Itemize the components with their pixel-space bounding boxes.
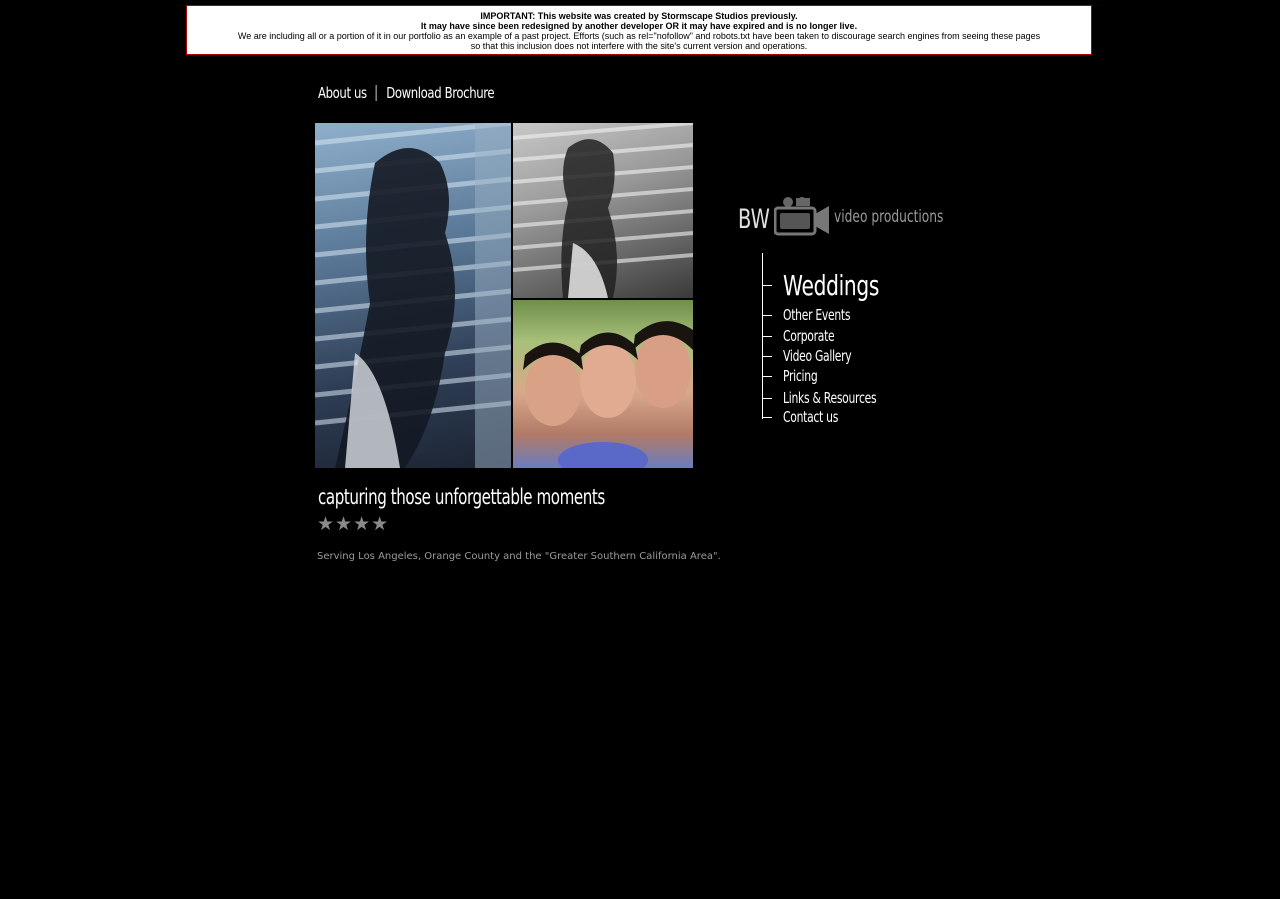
- menu-item-links-resources[interactable]: Links & Resources: [762, 389, 913, 407]
- logo-video-productions-text: video productions: [834, 207, 944, 227]
- menu-item-contact-us[interactable]: Contact us: [762, 408, 859, 426]
- menu-item-label: Pricing: [783, 367, 818, 385]
- nav-divider: [376, 85, 377, 101]
- notice-line-4: so that this inclusion does not interfer…: [470, 41, 808, 51]
- bride-at-window-photo: [315, 123, 511, 468]
- menu-item-corporate[interactable]: Corporate: [762, 327, 854, 345]
- notice-line-1: IMPORTANT: This website was created by S…: [480, 11, 798, 21]
- menu-branch: [762, 397, 772, 399]
- bride-at-shutters-photo: [513, 123, 693, 298]
- about-us-link[interactable]: About us: [318, 84, 367, 102]
- menu-branch: [762, 375, 772, 377]
- menu-item-label: Video Gallery: [783, 347, 852, 365]
- notice-line-2: It may have since been redesigned by ano…: [420, 21, 858, 31]
- menu-item-label: Links & Resources: [783, 389, 877, 407]
- menu-item-weddings[interactable]: Weddings: [762, 269, 917, 302]
- portfolio-notice: IMPORTANT: This website was created by S…: [186, 5, 1092, 55]
- tagline: capturing those unforgettable moments: [318, 485, 605, 509]
- bridesmaids-photo: [513, 300, 693, 468]
- service-area-text: Serving Los Angeles, Orange County and t…: [317, 551, 721, 562]
- menu-item-other-events[interactable]: Other Events: [762, 306, 876, 324]
- main-menu: Weddings Other Events Corporate Video Ga…: [762, 253, 942, 426]
- menu-item-label: Contact us: [783, 408, 839, 426]
- menu-branch: [762, 335, 772, 337]
- menu-item-label: Corporate: [783, 327, 835, 345]
- star-rating: ★★★★: [317, 513, 390, 535]
- photo-collage: [315, 123, 693, 468]
- menu-item-label: Other Events: [783, 306, 851, 324]
- menu-branch: [762, 285, 772, 286]
- notice-line-3: We are including all or a portion of it …: [237, 31, 1041, 41]
- menu-branch: [762, 314, 772, 316]
- video-camera-icon: [774, 197, 829, 236]
- bw-video-productions-logo[interactable]: BW video productions: [738, 196, 943, 240]
- download-brochure-link[interactable]: Download Brochure: [386, 84, 494, 102]
- menu-item-label: Weddings: [783, 269, 880, 302]
- top-nav: About us Download Brochure: [318, 82, 495, 104]
- menu-branch: [762, 416, 772, 418]
- menu-item-pricing[interactable]: Pricing: [762, 367, 831, 385]
- menu-branch: [762, 355, 772, 357]
- logo-bw-text: BW: [738, 204, 770, 235]
- menu-item-video-gallery[interactable]: Video Gallery: [762, 347, 878, 365]
